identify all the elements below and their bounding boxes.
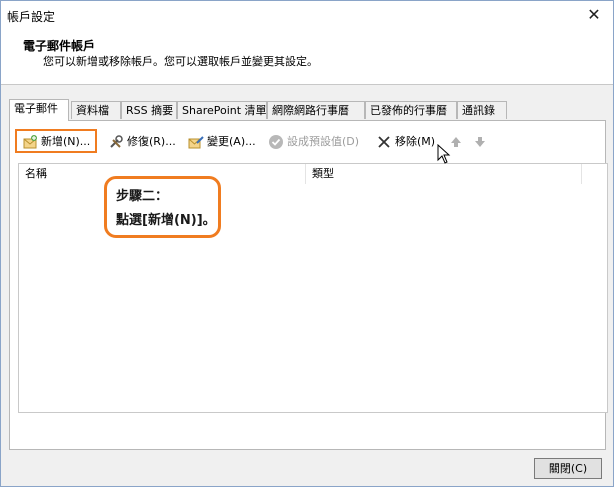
remove-x-icon <box>376 134 392 150</box>
tab-address-books[interactable]: 通訊錄 <box>457 101 507 119</box>
remove-account-button[interactable]: 移除(M) <box>376 131 435 153</box>
dialog-header: 電子郵件帳戶 您可以新增或移除帳戶。您可以選取帳戶並變更其設定。 <box>1 31 613 85</box>
title-bar: 帳戶設定 ✕ <box>1 1 613 31</box>
tab-rss-feeds[interactable]: RSS 摘要 <box>121 101 177 119</box>
account-settings-window: 帳戶設定 ✕ 電子郵件帳戶 您可以新增或移除帳戶。您可以選取帳戶並變更其設定。 … <box>0 0 614 487</box>
close-dialog-button[interactable]: 關閉(C) <box>534 458 602 479</box>
tab-sharepoint-lists[interactable]: SharePoint 清單 <box>177 101 267 119</box>
tools-icon <box>108 134 124 150</box>
tab-email[interactable]: 電子郵件 <box>9 99 69 121</box>
tab-internet-calendars[interactable]: 網際網路行事曆 <box>267 101 365 119</box>
move-down-button[interactable] <box>472 131 491 153</box>
checkmark-circle-icon <box>268 134 284 150</box>
window-title: 帳戶設定 <box>7 10 56 24</box>
email-tab-panel: 新增(N)... 修復(R)... 變更(A)... 設成預設值(D) 移除(M… <box>9 120 608 450</box>
set-default-button[interactable]: 設成預設值(D) <box>268 131 359 153</box>
mouse-cursor-icon <box>437 143 451 167</box>
arrow-down-icon <box>472 134 488 150</box>
remove-account-label: 移除(M) <box>395 135 436 148</box>
callout-instruction: 點選[新增(N)]。 <box>116 213 216 228</box>
tab-published-calendars[interactable]: 已發佈的行事曆 <box>365 101 457 119</box>
account-toolbar: 新增(N)... 修復(R)... 變更(A)... 設成預設值(D) 移除(M… <box>16 129 596 155</box>
change-account-button[interactable]: 變更(A)... <box>188 131 256 153</box>
column-header-type[interactable]: 類型 <box>306 164 582 184</box>
change-account-label: 變更(A)... <box>207 135 256 148</box>
tab-data-files[interactable]: 資料檔 <box>71 101 121 119</box>
set-default-label: 設成預設值(D) <box>287 135 360 148</box>
close-window-icon[interactable]: ✕ <box>583 4 605 26</box>
change-account-icon <box>188 134 204 150</box>
callout-step-label: 步驟二： <box>116 189 169 204</box>
header-title: 電子郵件帳戶 <box>23 39 96 53</box>
instruction-callout: 步驟二： 點選[新增(N)]。 <box>104 176 221 238</box>
repair-account-button[interactable]: 修復(R)... <box>108 131 176 153</box>
header-description: 您可以新增或移除帳戶。您可以選取帳戶並變更其設定。 <box>43 55 318 68</box>
new-button-highlight-box <box>15 129 97 153</box>
repair-account-label: 修復(R)... <box>127 135 176 148</box>
